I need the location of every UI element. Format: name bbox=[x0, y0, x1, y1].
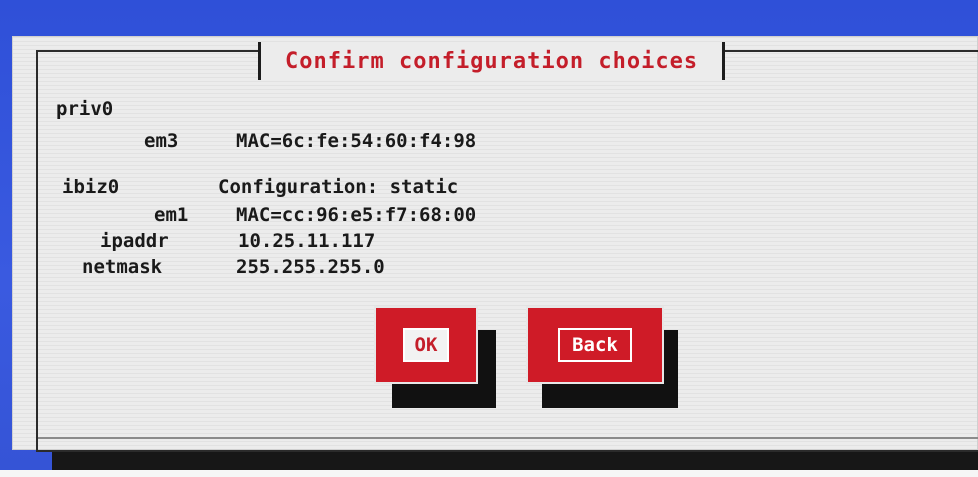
back-button-label: Back bbox=[558, 328, 632, 362]
ibiz0-nic-label: em1 bbox=[154, 204, 189, 226]
priv0-nic-label: em3 bbox=[144, 130, 179, 152]
back-button[interactable]: Back bbox=[526, 306, 664, 384]
ok-button-label: OK bbox=[402, 328, 450, 362]
ibiz0-nic-mac: MAC=cc:96:e5:f7:68:00 bbox=[236, 204, 477, 226]
dialog-frame-edge bbox=[38, 437, 978, 439]
dialog-title-box: Confirm configuration choices bbox=[258, 42, 726, 80]
dialog-title: Confirm configuration choices bbox=[285, 48, 699, 74]
ipaddr-label: ipaddr bbox=[100, 230, 169, 252]
ipaddr-value: 10.25.11.117 bbox=[238, 230, 376, 252]
netmask-label: netmask bbox=[82, 256, 163, 278]
dialog-frame bbox=[36, 50, 978, 452]
priv0-nic-mac: MAC=6c:fe:54:60:f4:98 bbox=[236, 130, 477, 152]
netmask-value: 255.255.255.0 bbox=[236, 256, 385, 278]
ok-button[interactable]: OK bbox=[374, 306, 478, 384]
ibiz0-configuration: Configuration: static bbox=[218, 176, 459, 198]
interface-name-priv0: priv0 bbox=[56, 98, 114, 120]
interface-name-ibiz0: ibiz0 bbox=[62, 176, 120, 198]
